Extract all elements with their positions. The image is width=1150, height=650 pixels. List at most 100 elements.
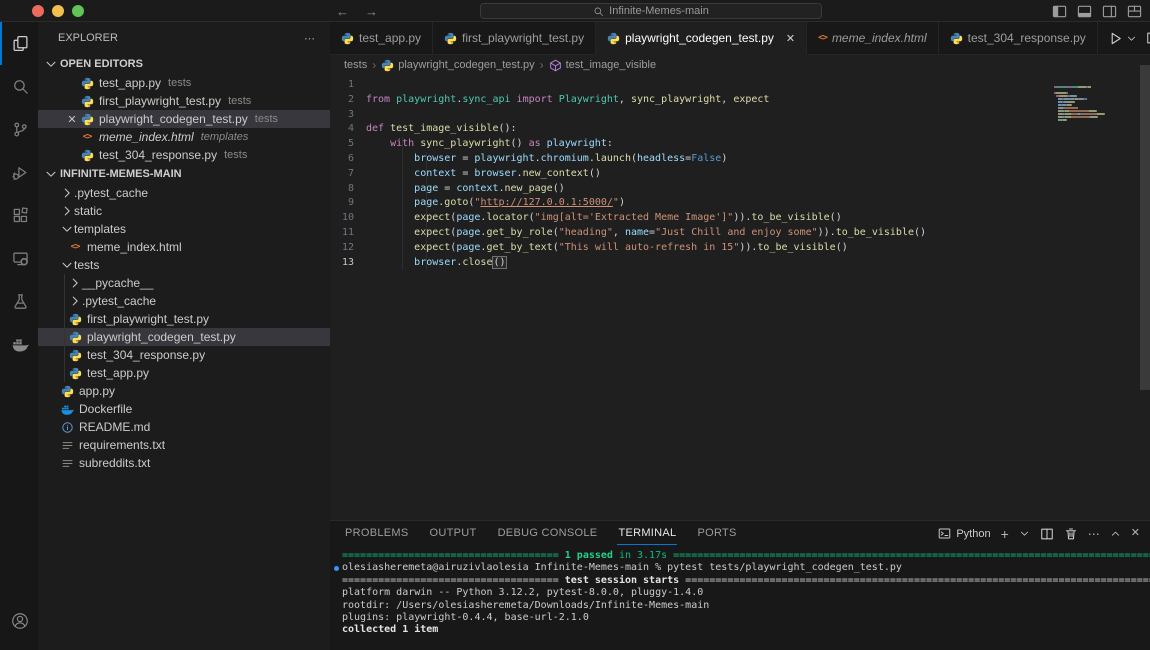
tree-item-subreddits.txt[interactable]: subreddits.txt (38, 454, 330, 472)
toggle-secondary-sidebar-icon[interactable] (1102, 4, 1117, 19)
python-icon (341, 32, 354, 45)
tree-item-first_playwright_test.py[interactable]: first_playwright_test.py (38, 310, 330, 328)
tree-root-header[interactable]: INFINITE-MEMES-MAIN (38, 164, 330, 184)
panel-tab-terminal[interactable]: TERMINAL (617, 522, 677, 545)
terminal-dropdown-icon[interactable] (1019, 528, 1030, 539)
account-icon (10, 611, 30, 631)
open-editor-test_app.py[interactable]: test_app.pytests (38, 74, 330, 92)
bottom-panel: PROBLEMS OUTPUT DEBUG CONSOLE TERMINAL PORTS… (330, 520, 1150, 650)
docker-icon (60, 403, 74, 416)
tab-test_304_response.py[interactable]: test_304_response.py (939, 22, 1098, 54)
activity-bar-item-search-icon[interactable] (0, 65, 38, 108)
kill-terminal-icon[interactable] (1064, 527, 1078, 541)
code-line-8: 8 page = context.new_page() (330, 182, 1150, 197)
activity-bar-item-source-control-icon[interactable] (0, 108, 38, 151)
line-number: 10 (330, 211, 366, 226)
command-center-search[interactable]: Infinite-Memes-main (480, 3, 822, 19)
tab-playwright_codegen_test.py[interactable]: playwright_codegen_test.py✕ (596, 22, 807, 55)
split-editor-icon[interactable] (1146, 31, 1150, 45)
tree-item-README.md[interactable]: README.md (38, 418, 330, 436)
run-dropdown-icon[interactable] (1126, 33, 1137, 44)
activity-bar-item-files-icon[interactable] (0, 22, 38, 65)
new-terminal-button[interactable]: + (1001, 527, 1009, 541)
python-icon (80, 95, 94, 108)
minimize-window-button[interactable] (52, 5, 64, 17)
tree-item-test_304_response.py[interactable]: test_304_response.py (38, 346, 330, 364)
breadcrumb-item-playwright_codegen_test.py[interactable]: playwright_codegen_test.py (381, 59, 534, 72)
terminal-line-3: ==================================== tes… (342, 575, 1150, 587)
split-terminal-icon[interactable] (1040, 527, 1054, 541)
activity-bar-item-extensions-icon[interactable] (0, 194, 38, 237)
chevron-down-icon (44, 167, 58, 181)
tree-item-meme_index.html[interactable]: <>meme_index.html (38, 238, 330, 256)
source-control-icon (12, 121, 29, 138)
code-line-13: 13 browser.close() (330, 256, 1150, 271)
nav-forward-icon[interactable]: → (365, 4, 378, 19)
toggle-sidebar-icon[interactable] (1052, 4, 1067, 19)
minimap[interactable] (1054, 83, 1134, 122)
activity-bar-item-testing-icon[interactable] (0, 280, 38, 323)
breadcrumb-item-tests[interactable]: tests (344, 59, 367, 71)
python-icon (68, 349, 82, 362)
tab-test_app.py[interactable]: test_app.py (330, 22, 433, 54)
explorer-more-actions[interactable]: ⋯ (304, 32, 316, 45)
open-editor-meme_index.html[interactable]: <>meme_index.htmltemplates (38, 128, 330, 146)
activity-bar-item-run-debug-icon[interactable] (0, 151, 38, 194)
command-decoration-dot[interactable] (334, 566, 339, 571)
close-window-button[interactable] (32, 5, 44, 17)
terminal-shell-select[interactable]: Python (938, 527, 990, 540)
terminal-icon (938, 527, 951, 540)
tab-first_playwright_test.py[interactable]: first_playwright_test.py (433, 22, 596, 54)
breadcrumb: tests›playwright_codegen_test.py›test_im… (330, 55, 1150, 75)
list-icon (60, 439, 74, 452)
tree-item-requirements.txt[interactable]: requirements.txt (38, 436, 330, 454)
terminal-output[interactable]: ==================================== 1 p… (330, 546, 1150, 650)
close-editor-icon[interactable]: ✕ (64, 113, 80, 126)
panel-more-actions[interactable]: ⋯ (1088, 528, 1100, 540)
activity-bar-item-docker-icon[interactable] (0, 323, 38, 366)
terminal-line-5: rootdir: /Users/olesiasheremeta/Download… (342, 600, 1150, 612)
close-tab-icon[interactable]: ✕ (786, 32, 795, 45)
run-python-file-button[interactable] (1108, 31, 1123, 46)
tree-item-playwright_codegen_test.py[interactable]: playwright_codegen_test.py (38, 328, 330, 346)
line-number: 13 (330, 256, 366, 271)
panel-tab-ports[interactable]: PORTS (696, 522, 737, 545)
open-editor-playwright_codegen_test.py[interactable]: ✕playwright_codegen_test.pytests (38, 110, 330, 128)
code-editor[interactable]: 12from playwright.sync_api import Playwr… (330, 75, 1150, 520)
terminal-line-7: collected 1 item (342, 624, 1150, 636)
files-icon (12, 35, 29, 52)
tree-item-__pycache__[interactable]: __pycache__ (38, 274, 330, 292)
tree-item-test_app.py[interactable]: test_app.py (38, 364, 330, 382)
tree-item-tests[interactable]: tests (38, 256, 330, 274)
activity-bar-item-remote-explorer-icon[interactable] (0, 237, 38, 280)
terminal-line-1: ==================================== 1 p… (342, 550, 1150, 562)
tree-item-templates[interactable]: templates (38, 220, 330, 238)
tree-item-Dockerfile[interactable]: Dockerfile (38, 400, 330, 418)
code-line-6: 6 browser = playwright.chromium.launch(h… (330, 152, 1150, 167)
maximize-panel-icon[interactable] (1110, 528, 1121, 539)
zoom-window-button[interactable] (72, 5, 84, 17)
python-icon (381, 59, 394, 72)
open-editors-header[interactable]: OPEN EDITORS (38, 54, 330, 74)
tab-meme_index.html[interactable]: <>meme_index.html (807, 22, 939, 54)
panel-tab-problems[interactable]: PROBLEMS (344, 522, 410, 545)
open-editor-test_304_response.py[interactable]: test_304_response.pytests (38, 146, 330, 164)
chevron-down-icon (60, 222, 74, 236)
toggle-panel-icon[interactable] (1077, 4, 1092, 19)
code-line-3: 3 (330, 108, 1150, 123)
customize-layout-icon[interactable] (1127, 4, 1142, 19)
tree-item-app.py[interactable]: app.py (38, 382, 330, 400)
close-panel-icon[interactable]: ✕ (1131, 528, 1140, 539)
line-number: 7 (330, 167, 366, 182)
editor-scrollbar[interactable] (1140, 65, 1150, 390)
tree-item-static[interactable]: static (38, 202, 330, 220)
tree-item-.pytest_cache[interactable]: .pytest_cache (38, 184, 330, 202)
panel-tab-output[interactable]: OUTPUT (429, 522, 478, 545)
nav-back-icon[interactable]: ← (336, 4, 349, 19)
open-editor-first_playwright_test.py[interactable]: first_playwright_test.pytests (38, 92, 330, 110)
accounts-button[interactable] (0, 599, 38, 642)
panel-tab-debug-console[interactable]: DEBUG CONSOLE (497, 522, 599, 545)
tree-item-.pytest_cache[interactable]: .pytest_cache (38, 292, 330, 310)
breadcrumb-item-test_image_visible[interactable]: test_image_visible (549, 59, 657, 72)
line-number: 2 (330, 93, 366, 108)
